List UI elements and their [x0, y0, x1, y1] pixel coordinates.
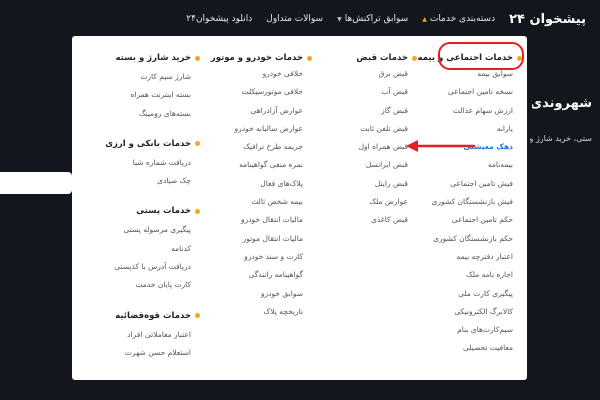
section-title-label: خدمات خودرو و موتور [210, 53, 303, 63]
section-title[interactable]: خرید شارژ و بسته [90, 51, 200, 65]
menu-item[interactable]: حکم تامین اجتماعی [432, 211, 522, 229]
menu-item[interactable]: خلافی موتورسیکلت [212, 83, 312, 101]
menu-item[interactable]: جریمه طرح ترافیک [212, 138, 312, 156]
menu-item[interactable]: سوابق خودرو [212, 285, 312, 303]
section-title[interactable]: خدمات پستی [90, 204, 200, 218]
menu-item[interactable]: شارژ سیم کارت [90, 68, 200, 86]
menu-item[interactable]: سیم‌کارت‌های بنام [432, 321, 522, 339]
menu-item[interactable]: معافیت تحصیلی [432, 339, 522, 357]
menu-column-misc: خرید شارژ و بسته شارژ سیم کارت بسته اینترن… [90, 51, 200, 376]
menu-item[interactable]: مالیات انتقال خودرو [212, 211, 312, 229]
menu-item[interactable]: عوارض آزادراهی [212, 102, 312, 120]
menu-item[interactable]: قبض برق [327, 65, 417, 83]
red-arrow-icon [406, 140, 476, 152]
section-title-vehicle[interactable]: خدمات خودرو و موتور [210, 51, 312, 65]
menu-item[interactable]: قبض کاغذی [327, 211, 417, 229]
nav-download-app[interactable]: دانلود پیشخوان۲۴ [186, 14, 252, 24]
section-title-label: خدمات بانکی و ارزی [105, 138, 191, 149]
bullet-icon [195, 141, 200, 147]
bullet-icon [195, 208, 200, 214]
menu-item[interactable]: بسته‌های رومینگ [90, 105, 200, 123]
menu-item[interactable]: چک صیادی [90, 172, 200, 190]
misc-groups: خرید شارژ و بسته شارژ سیم کارت بسته اینترن… [90, 51, 200, 362]
nav-service-categories-label: دسته‌بندی خدمات [429, 14, 496, 24]
top-navigation-bar: پیشخوان ۲۴ دسته‌بندی خدمات ▲ سوابق تراکن… [0, 0, 600, 38]
menu-item[interactable]: پیگیری مرسوله پستی [90, 221, 200, 239]
menu-item[interactable]: دریافت آدرس با کدپستی [90, 258, 200, 276]
menu-group: خدمات قوه‌قضائیه اعتبار معاملاتی افراد است… [90, 309, 200, 363]
section-title-bills[interactable]: خدمات قبض [327, 51, 417, 65]
menu-item[interactable]: بیمه‌نامه [432, 156, 522, 174]
section-title-label: خدمات قوه‌قضائیه [115, 310, 191, 321]
service-categories-menu: خدمات اجتماعی و بیمه سوابق بیمه نسخه تامی… [72, 36, 527, 380]
menu-column-vehicle: خدمات خودرو و موتور خلافی خودرو خلافی موت… [210, 51, 312, 321]
menu-column-social-insurance: خدمات اجتماعی و بیمه سوابق بیمه نسخه تامی… [417, 51, 522, 358]
section-title[interactable]: خدمات قوه‌قضائیه [90, 309, 200, 323]
bullet-icon [412, 55, 417, 61]
hero-search-box[interactable] [0, 172, 72, 194]
menu-item[interactable]: ارزش سهام عدالت [432, 102, 522, 120]
menu-item[interactable]: عوارض ملک [327, 193, 417, 211]
nav-transaction-history-label: سوابق تراکنش‌ها [344, 14, 409, 24]
menu-item[interactable]: عوارض سالیانه خودرو [212, 120, 312, 138]
menu-item[interactable]: فیش بازنشستگان کشوری [432, 193, 522, 211]
menu-group: خدمات بانکی و ارزی دریافت شماره شبا چک صیا… [90, 137, 200, 191]
menu-item[interactable]: کارت و سند خودرو [212, 248, 312, 266]
menu-item[interactable]: حکم بازنشستگان کشوری [432, 230, 522, 248]
menu-item[interactable]: کالابرگ الکترونیکی [432, 303, 522, 321]
menu-item[interactable]: قبض آب [327, 83, 417, 101]
social-insurance-items: سوابق بیمه نسخه تامین اجتماعی ارزش سهام عد… [432, 65, 522, 358]
menu-item[interactable]: قبض ایرانسل [327, 156, 417, 174]
menu-item[interactable]: بیمه شخص ثالث [212, 193, 312, 211]
menu-item[interactable]: تاریخچه پلاک [212, 303, 312, 321]
menu-item[interactable]: کارت پایان خدمت [90, 276, 200, 294]
nav-faq[interactable]: سوالات متداول [266, 14, 323, 24]
hero-title: شهروندی [532, 96, 592, 111]
menu-item[interactable]: پیگیری کارت ملی [432, 285, 522, 303]
menu-item[interactable]: مالیات انتقال موتور [212, 230, 312, 248]
menu-item[interactable]: نسخه تامین اجتماعی [432, 83, 522, 101]
menu-item[interactable]: نمره منفی گواهینامه [212, 156, 312, 174]
highlight-frame [438, 42, 524, 70]
bullet-icon [195, 313, 200, 319]
menu-item[interactable]: قبض رایتل [327, 175, 417, 193]
menu-group: خرید شارژ و بسته شارژ سیم کارت بسته اینترن… [90, 51, 200, 123]
menu-item[interactable]: اجاره نامه ملک [432, 266, 522, 284]
menu-item[interactable]: دریافت شماره شبا [90, 154, 200, 172]
menu-group: خدمات پستی پیگیری مرسوله پستی کدنامه دریافت… [90, 204, 200, 294]
section-title-label: خرید شارژ و بسته [115, 53, 191, 63]
menu-item[interactable]: کدنامه [90, 240, 200, 258]
menu-item[interactable]: خلافی خودرو [212, 65, 312, 83]
vehicle-items: خلافی خودرو خلافی موتورسیکلت عوارض آزادراه… [212, 65, 312, 321]
menu-item[interactable]: پلاک‌های فعال [212, 175, 312, 193]
brand-logo[interactable]: پیشخوان ۲۴ [509, 12, 586, 27]
menu-item[interactable]: بسته اینترنت همراه [90, 86, 200, 104]
menu-item[interactable]: فیش تامین اجتماعی [432, 175, 522, 193]
menu-item[interactable]: قبض تلفن ثابت [327, 120, 417, 138]
menu-item[interactable]: استعلام حسن شهرت [90, 344, 200, 362]
menu-item[interactable]: یارانه [432, 120, 522, 138]
menu-item[interactable]: قبض گاز [327, 102, 417, 120]
section-title-label: خدمات پستی [136, 206, 191, 217]
caret-down-icon: ▲ [422, 15, 427, 23]
nav-service-categories[interactable]: دسته‌بندی خدمات ▲ [422, 14, 495, 24]
menu-item[interactable]: اعتبار دفترچه بیمه [432, 248, 522, 266]
section-title-label: خدمات قبض [356, 53, 408, 63]
menu-item[interactable]: اعتبار معاملاتی افراد [90, 326, 200, 344]
caret-down-icon: ▼ [337, 15, 342, 23]
bullet-icon [195, 55, 200, 61]
nav-transaction-history[interactable]: سوابق تراکنش‌ها ▼ [337, 14, 408, 24]
section-title[interactable]: خدمات بانکی و ارزی [90, 137, 200, 151]
hero-subtitle: ستی، خرید شارژ و اینترنت [530, 134, 592, 143]
bullet-icon [307, 55, 312, 61]
menu-item[interactable]: گواهینامه رانندگی [212, 266, 312, 284]
